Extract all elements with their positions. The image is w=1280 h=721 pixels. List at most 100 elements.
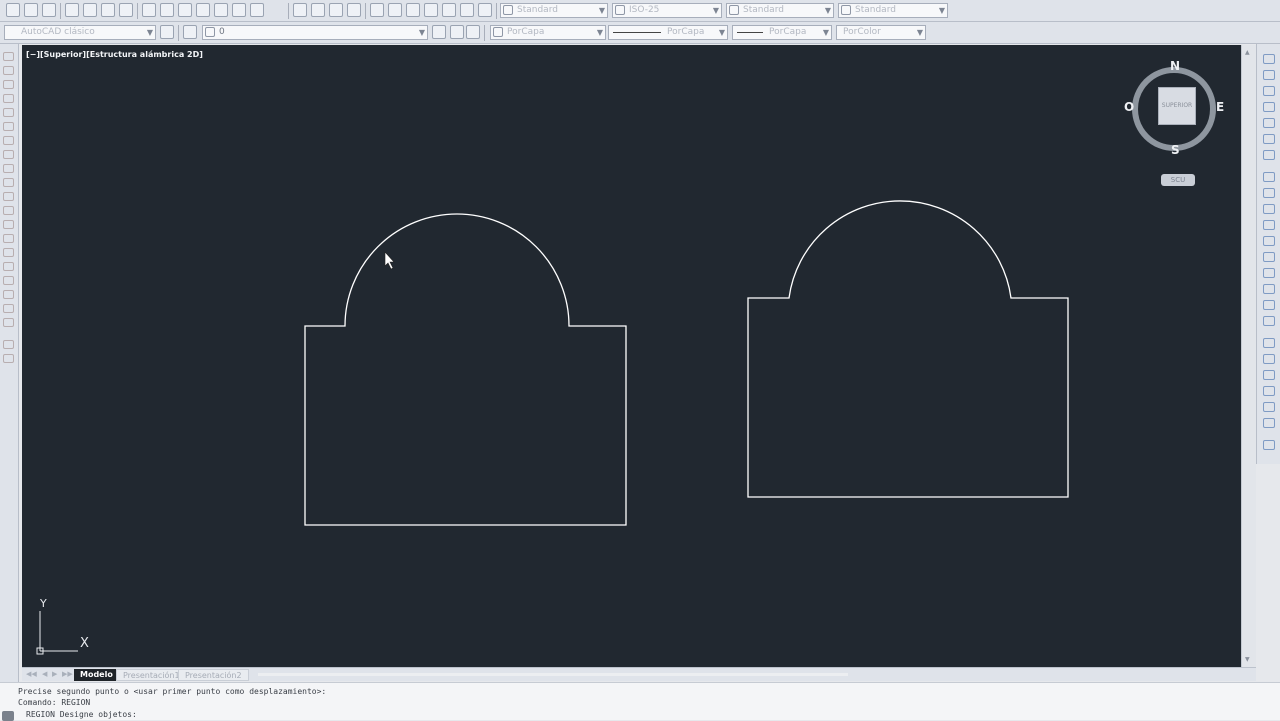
table-icon[interactable] [3,304,14,313]
array-icon[interactable] [1263,118,1275,128]
shape-left-profile[interactable] [304,213,627,526]
explode-icon[interactable] [1263,316,1275,326]
trim-icon[interactable] [1263,204,1275,214]
hatch-edit-icon[interactable] [1263,370,1275,380]
tab-last-icon[interactable]: ▶▶ [62,670,73,678]
shape-right-profile[interactable] [747,200,1069,498]
line-icon[interactable] [3,52,14,61]
offset-icon[interactable] [1263,102,1275,112]
match-properties-icon[interactable] [196,3,210,17]
arc-icon[interactable] [3,122,14,131]
viewcube[interactable]: SUPERIOR N S E O [1124,59,1224,157]
insert-block-icon[interactable] [3,206,14,215]
workspace-settings-icon[interactable] [160,25,174,39]
polyline-edit-icon[interactable] [1263,386,1275,396]
make-block-icon[interactable] [3,220,14,229]
erase-icon[interactable] [1263,54,1275,64]
tool-palettes-icon[interactable] [406,3,420,17]
plot-icon[interactable] [65,3,79,17]
pan-icon[interactable] [293,3,307,17]
markup-icon[interactable] [442,3,456,17]
layer-properties-icon[interactable] [183,25,197,39]
tab-first-icon[interactable]: ◀◀ [26,670,37,678]
tab-modelo[interactable]: Modelo [74,669,119,681]
gradient-icon[interactable] [3,262,14,271]
compass-north[interactable]: N [1170,59,1180,73]
array-edit-icon[interactable] [1263,418,1275,428]
lineweight-select[interactable]: PorCapa ▼ [732,25,832,40]
rectangle-icon[interactable] [3,108,14,117]
command-line[interactable]: Precise segundo punto o <usar primer pun… [0,682,1280,721]
design-center-icon[interactable] [388,3,402,17]
cut-icon[interactable] [142,3,156,17]
zoom-previous-icon[interactable] [347,3,361,17]
compass-south[interactable]: S [1171,143,1180,157]
save-icon[interactable] [42,3,56,17]
plotstyle-select[interactable]: PorColor ▼ [836,25,926,40]
zoom-realtime-icon[interactable] [311,3,325,17]
layer-isolate-icon[interactable] [466,25,480,39]
hatch-icon[interactable] [3,248,14,257]
horizontal-scrollbar[interactable] [258,673,848,676]
paste-icon[interactable] [178,3,192,17]
compass-east[interactable]: E [1216,100,1224,114]
spline-edit-icon[interactable] [1263,402,1275,412]
copy-icon[interactable] [160,3,174,17]
color-select[interactable]: PorCapa ▼ [490,25,606,40]
undo-icon[interactable] [232,3,246,17]
tab-next-icon[interactable]: ▶ [52,670,57,678]
mirror-icon[interactable] [1263,86,1275,96]
ellipse-arc-icon[interactable] [3,192,14,201]
new-file-icon[interactable] [6,3,20,17]
multiline-text-icon[interactable] [3,340,14,349]
workspace-select[interactable]: AutoCAD clásico ▼ [4,25,156,40]
tab-prev-icon[interactable]: ◀ [42,670,47,678]
redo-icon[interactable] [250,3,264,17]
compass-west[interactable]: O [1124,100,1134,114]
help-icon[interactable] [478,3,492,17]
polyline-icon[interactable] [3,80,14,89]
table-icon[interactable] [3,290,14,299]
table-style-select[interactable]: Standard ▼ [726,3,834,18]
point-icon[interactable] [3,234,14,243]
publish-icon[interactable] [101,3,115,17]
circle-icon[interactable] [3,136,14,145]
stretch-icon[interactable] [1263,188,1275,198]
draw-order-icon[interactable] [1263,338,1275,348]
mleader-style-select[interactable]: Standard ▼ [838,3,948,18]
join-icon[interactable] [1263,252,1275,262]
chamfer-icon[interactable] [1263,268,1275,278]
construction-line-icon[interactable] [3,66,14,75]
zoom-window-icon[interactable] [329,3,343,17]
ellipse-icon[interactable] [3,178,14,187]
region-icon[interactable] [3,276,14,285]
scroll-down-icon[interactable]: ▼ [1245,656,1250,663]
attribute-edit-icon[interactable] [1263,440,1275,450]
add-selected-icon[interactable] [3,354,14,363]
polygon-icon[interactable] [3,94,14,103]
break-icon[interactable] [1263,236,1275,246]
make-layer-current-icon[interactable] [432,25,446,39]
spline-icon[interactable] [3,164,14,173]
boundary-icon[interactable] [3,318,14,327]
tab-presentacion1[interactable]: Presentación1 [116,669,187,681]
sheet-set-icon[interactable] [424,3,438,17]
calculator-icon[interactable] [460,3,474,17]
linetype-select[interactable]: PorCapa ▼ [608,25,728,40]
rotate-icon[interactable] [1263,150,1275,160]
tab-presentacion2[interactable]: Presentación2 [178,669,249,681]
wcs-menu-button[interactable]: SCU [1161,174,1195,186]
layer-previous-icon[interactable] [450,25,464,39]
scale-icon[interactable] [1263,172,1275,182]
text-style-select[interactable]: Standard ▼ [500,3,608,18]
move-icon[interactable] [1263,134,1275,144]
extend-icon[interactable] [1263,220,1275,230]
block-editor-icon[interactable] [214,3,228,17]
blend-icon[interactable] [1263,300,1275,310]
open-file-icon[interactable] [24,3,38,17]
publish-3d-icon[interactable] [119,3,133,17]
fillet-icon[interactable] [1263,284,1275,294]
text-edit-icon[interactable] [1263,354,1275,364]
scroll-up-icon[interactable]: ▲ [1245,49,1250,56]
plot-preview-icon[interactable] [83,3,97,17]
